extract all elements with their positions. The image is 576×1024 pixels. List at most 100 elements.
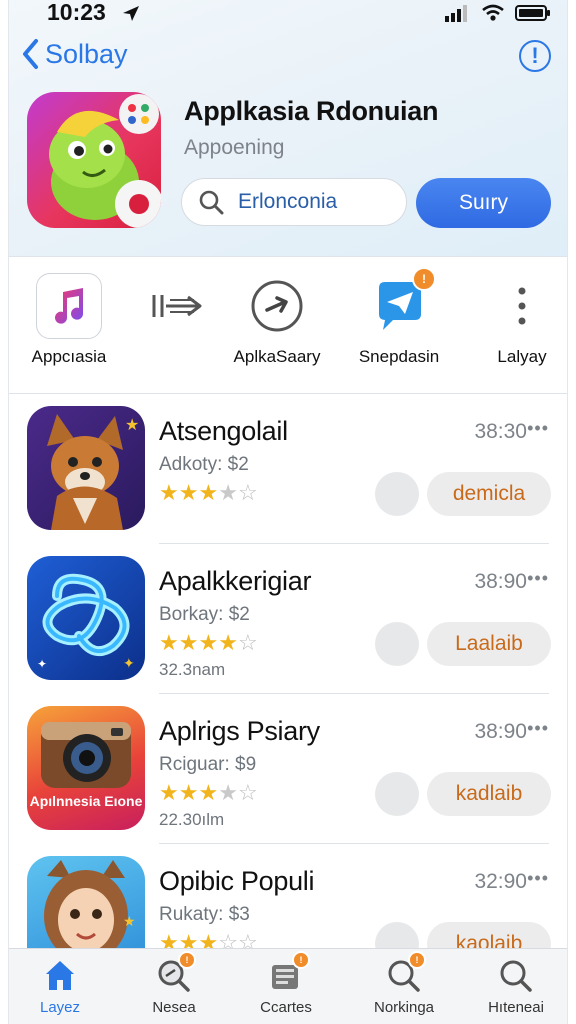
- list-item[interactable]: ★ Atsengolail Adkoty: $2 ★ ★ ★ ★ ☆ 38:30 •••…: [9, 394, 567, 544]
- search-input[interactable]: [236, 189, 390, 215]
- signal-icon: [445, 5, 467, 22]
- app-name: Aplrigs Psiary: [159, 716, 320, 746]
- shortcut-chat[interactable]: ! Snepdasin: [351, 267, 447, 367]
- tab-cards[interactable]: ! Ccartes: [241, 951, 331, 1016]
- tab-label: Hıteneai: [488, 999, 544, 1016]
- tab-label: Ccartes: [260, 999, 312, 1016]
- more-icon[interactable]: •••: [527, 418, 549, 439]
- star-icon: ★: [198, 481, 219, 506]
- tab-nesea[interactable]: ! Nesea: [129, 951, 219, 1016]
- tab-badge: !: [292, 951, 310, 969]
- thumbnail-caption: Apılnnesia Eıone: [29, 793, 143, 809]
- back-button[interactable]: Solbay: [21, 38, 128, 70]
- cards-icon: !: [266, 951, 310, 995]
- info-button[interactable]: !: [519, 40, 551, 72]
- app-thumbnail-fox: ★: [27, 406, 145, 530]
- app-time: 38:30: [474, 420, 527, 443]
- app-thumbnail-camera: Apılnnesia Eıone: [27, 706, 145, 830]
- primary-action-button[interactable]: Suıry: [416, 178, 551, 228]
- tab-bar: Layez ! Nesea ! Ccartes ! Norkinga Hıten…: [9, 948, 567, 1024]
- svg-text:✦: ✦: [123, 656, 135, 672]
- tab-norkinga[interactable]: ! Norkinga: [359, 951, 449, 1016]
- app-name: Opibic Populi: [159, 866, 315, 896]
- star-icon: ☆: [237, 631, 258, 656]
- tab-home[interactable]: Layez: [15, 955, 105, 1016]
- app-header: 10:23 Solbay ! Applkasia Rdonuian Appoen…: [9, 0, 567, 257]
- app-action-button[interactable]: Laalaib: [427, 622, 551, 666]
- app-action-button[interactable]: demicla: [427, 472, 551, 516]
- list-item[interactable]: ✦ ✦ Apalkkerigiar Borkay: $2 ★ ★ ★ ★ ☆ 32.3n…: [9, 544, 567, 694]
- rating-stars: ★ ★ ★ ★ ☆: [159, 632, 258, 656]
- app-action-button[interactable]: kadlaib: [427, 772, 551, 816]
- search-icon: [496, 955, 536, 995]
- search-icon: [199, 190, 224, 215]
- star-icon: ☆: [237, 781, 258, 806]
- more-icon[interactable]: •••: [527, 868, 549, 889]
- app-size: 32.3nam: [159, 660, 226, 679]
- star-icon: ★: [159, 781, 179, 806]
- star-icon: ★: [159, 631, 179, 656]
- info-icon: !: [531, 43, 539, 68]
- rating-stars: ★ ★ ★ ★ ☆: [159, 782, 258, 806]
- shortcut-music[interactable]: Appcıasia: [31, 273, 107, 367]
- status-bar: 10:23: [9, 0, 567, 28]
- star-icon: ★: [218, 481, 238, 506]
- app-price: Adkoty: $2: [159, 454, 249, 475]
- wifi-icon: [482, 4, 504, 21]
- arrow-forward-icon: [145, 273, 211, 339]
- more-vertical-icon: [489, 273, 555, 339]
- tab-label: Nesea: [152, 999, 196, 1016]
- shortcut-label: Lalyay: [497, 347, 547, 366]
- app-time: 32:90: [474, 870, 527, 893]
- toggle-circle[interactable]: [375, 622, 419, 666]
- app-thumbnail-knot: ✦ ✦: [27, 556, 145, 680]
- shortcut-label: Appcıasia: [31, 347, 107, 366]
- star-icon: ★: [218, 631, 238, 656]
- toggle-circle[interactable]: [375, 772, 419, 816]
- notification-badge: !: [412, 267, 436, 291]
- app-price: Borkay: $2: [159, 604, 250, 625]
- music-note-icon: [36, 273, 102, 339]
- app-price: Rciguar: $9: [159, 754, 257, 775]
- shortcut-row: Appcıasia AplkaSaary ! Snepdasin Lalyay: [9, 257, 567, 394]
- battery-icon: [515, 5, 550, 21]
- svg-text:★: ★: [123, 914, 136, 930]
- star-icon: ★: [218, 781, 238, 806]
- shortcut-more[interactable]: Lalyay: [487, 273, 557, 367]
- status-time: 10:23: [47, 0, 106, 25]
- search-badge-icon: !: [154, 951, 196, 995]
- chevron-left-icon: [23, 39, 38, 69]
- location-arrow-icon: [123, 6, 139, 21]
- rating-stars: ★ ★ ★ ★ ☆: [159, 482, 258, 506]
- list-item[interactable]: Apılnnesia Eıone Aplrigs Psiary Rciguar:…: [9, 694, 567, 844]
- tab-badge: !: [178, 951, 196, 969]
- app-icon: [27, 92, 161, 228]
- shortcut-forward[interactable]: [145, 273, 211, 347]
- app-size: 22.30ılm: [159, 810, 225, 829]
- shortcut-label: AplkaSaary: [233, 347, 321, 366]
- svg-text:★: ★: [125, 415, 139, 434]
- app-title: Applkasia Rdonuian: [184, 96, 439, 126]
- star-icon: ★: [178, 481, 199, 506]
- star-icon: ★: [159, 481, 179, 506]
- app-subtitle: Appoening: [184, 136, 285, 159]
- more-icon[interactable]: •••: [527, 568, 549, 589]
- more-icon[interactable]: •••: [527, 718, 549, 739]
- shortcut-label: Snepdasin: [358, 347, 440, 366]
- app-name: Atsengolail: [159, 416, 288, 446]
- star-icon: ★: [198, 631, 219, 656]
- tab-label: Norkinga: [373, 999, 435, 1016]
- shortcut-go[interactable]: AplkaSaary: [227, 273, 327, 367]
- app-screen: 10:23 Solbay ! Applkasia Rdonuian Appoen…: [8, 0, 568, 1024]
- home-icon: [40, 955, 80, 995]
- star-icon: ☆: [237, 481, 258, 506]
- app-name: Apalkkerigiar: [159, 566, 312, 596]
- tab-search[interactable]: Hıteneai: [471, 955, 561, 1016]
- chat-send-icon: !: [366, 267, 436, 339]
- toggle-circle[interactable]: [375, 472, 419, 516]
- svg-text:✦: ✦: [37, 657, 47, 671]
- search-field[interactable]: [181, 178, 407, 226]
- star-icon: ★: [178, 631, 199, 656]
- app-time: 38:90: [474, 720, 527, 743]
- search-alert-icon: !: [384, 951, 426, 995]
